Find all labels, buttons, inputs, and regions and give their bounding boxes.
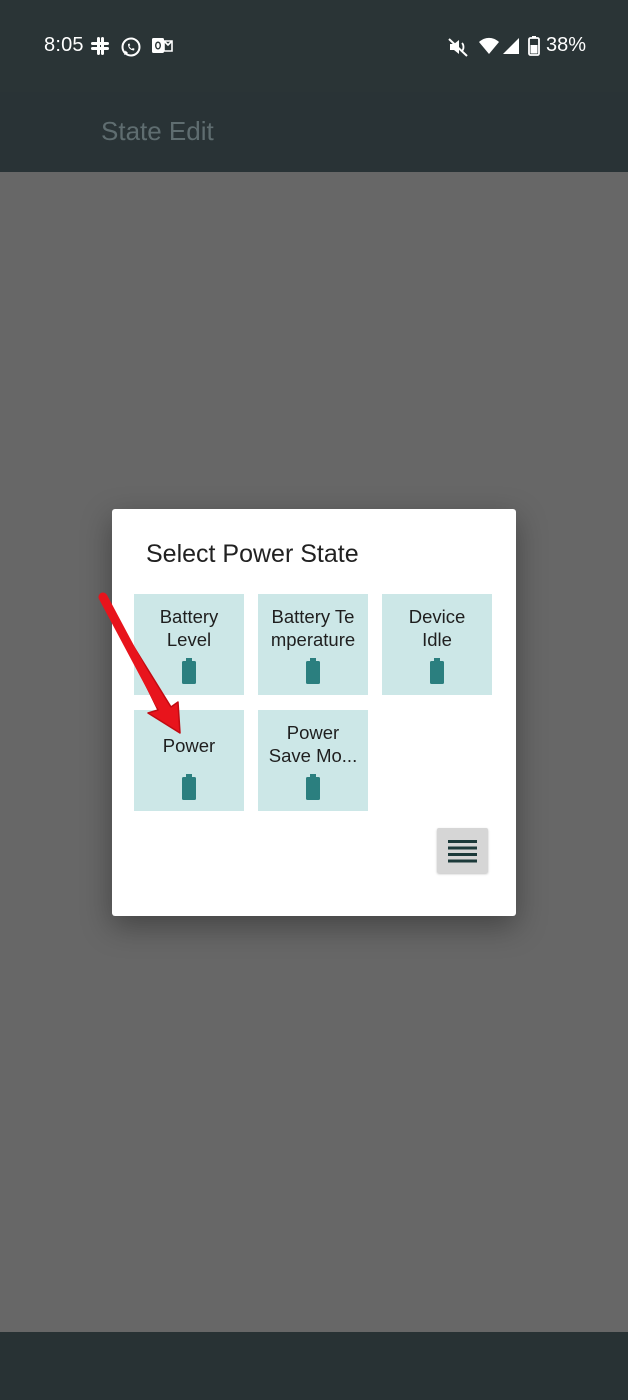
select-power-state-dialog: Select Power State Battery Level Battery… (112, 509, 516, 916)
app-bar (0, 92, 628, 172)
mute-icon (447, 37, 469, 62)
outlook-icon (151, 36, 173, 61)
battery-icon (182, 774, 196, 805)
tile-battery-temperature[interactable]: Battery Te mperature (258, 594, 368, 695)
tile-power[interactable]: Power (134, 710, 244, 811)
page-title: State Edit (101, 116, 214, 146)
dialog-title: Select Power State (146, 540, 359, 568)
battery-icon (306, 774, 320, 805)
status-time: 8:05 (44, 34, 84, 56)
tile-label: Power Save Mo... (268, 722, 358, 766)
cellular-signal-icon (502, 37, 520, 60)
status-bar: 8:05 38% (0, 0, 628, 92)
tile-label: Power (162, 735, 216, 756)
battery-icon (430, 658, 444, 689)
tile-battery-level[interactable]: Battery Level (134, 594, 244, 695)
slack-icon (90, 36, 110, 61)
list-icon (448, 839, 477, 868)
tile-label: Battery Level (159, 606, 219, 650)
list-view-button[interactable] (437, 828, 488, 873)
tile-label: Device Idle (408, 606, 466, 650)
tile-device-idle[interactable]: Device Idle (382, 594, 492, 695)
navigation-bar (0, 1332, 628, 1400)
tile-label: Battery Te mperature (270, 606, 356, 650)
battery-percent: 38% (546, 34, 587, 56)
battery-icon (182, 658, 196, 689)
battery-icon (306, 658, 320, 689)
battery-icon (528, 36, 540, 61)
wifi-icon (478, 37, 500, 60)
whatsapp-icon (120, 36, 142, 63)
tile-power-save-mode[interactable]: Power Save Mo... (258, 710, 368, 811)
